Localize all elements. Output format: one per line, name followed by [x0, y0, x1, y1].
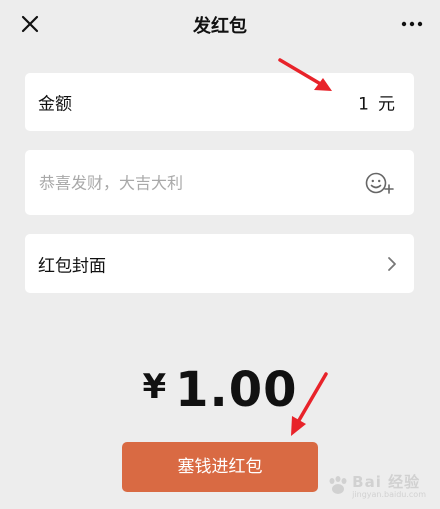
watermark: Bai 经验 jingyan.baidu.com [327, 471, 426, 499]
paw-logo-icon [329, 476, 347, 494]
currency-symbol: ¥ [142, 367, 168, 407]
amount-unit: 元 [378, 94, 396, 115]
total-value: 1.00 [175, 362, 298, 418]
amount-value: 1 [358, 94, 370, 115]
watermark-text: 经验 [388, 473, 421, 491]
amount-card[interactable]: 金额 1元 [25, 73, 414, 131]
more-icon[interactable] [400, 12, 424, 36]
greeting-input[interactable] [37, 172, 351, 193]
amount-input[interactable]: 1元 [358, 90, 396, 115]
top-bar: 发红包 [0, 0, 440, 48]
emoji-add-icon[interactable] [364, 170, 394, 196]
watermark-brand: Bai [352, 473, 382, 491]
submit-button[interactable]: 塞钱进红包 [122, 442, 318, 492]
page-title: 发红包 [193, 16, 247, 37]
cover-label: 红包封面 [38, 256, 106, 276]
greeting-card [25, 150, 414, 215]
cover-row[interactable]: 红包封面 [25, 234, 414, 293]
chevron-right-icon [388, 256, 396, 271]
watermark-sub: jingyan.baidu.com [352, 490, 426, 499]
close-icon[interactable] [16, 10, 44, 38]
amount-label: 金额 [38, 94, 72, 115]
total-amount: ¥1.00 [0, 362, 440, 418]
